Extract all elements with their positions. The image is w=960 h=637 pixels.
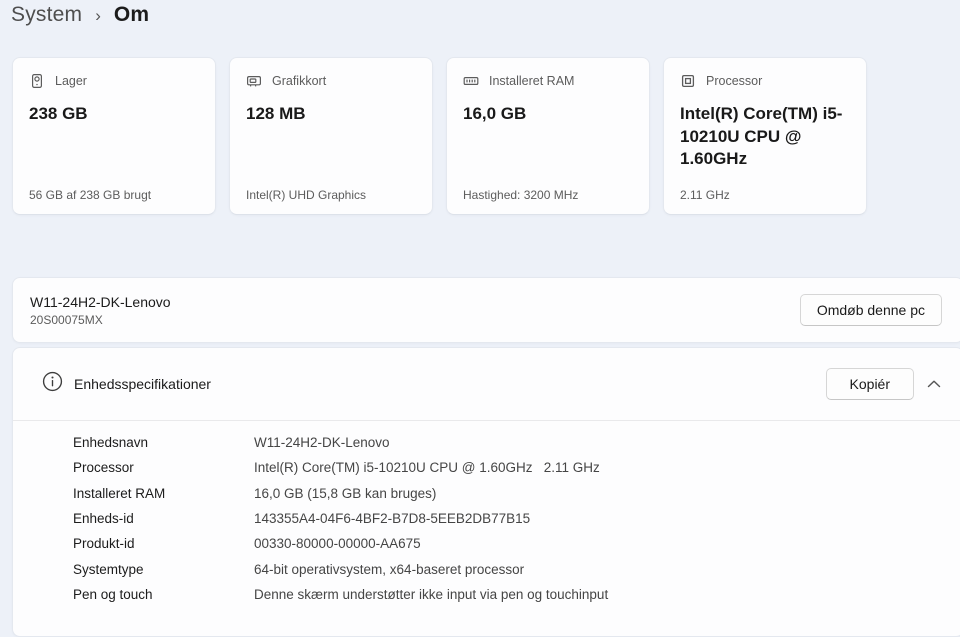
processor-card: Processor Intel(R) Core(TM) i5-10210U CP… (663, 57, 867, 215)
spec-label: Enheds-id (73, 511, 134, 527)
spec-row-system-type: Systemtype 64-bit operativsystem, x64-ba… (73, 556, 960, 581)
copy-button[interactable]: Kopiér (825, 368, 914, 400)
device-specs-title: Enhedsspecifikationer (74, 376, 211, 392)
spec-value: 00330-80000-00000-AA675 (254, 536, 421, 552)
breadcrumb-chevron-icon: › (95, 5, 101, 25)
spec-label: Enhedsnavn (73, 435, 149, 451)
spec-label: Systemtype (73, 561, 144, 577)
spec-value: 143355A4-04F6-4BF2-B7D8-5EEB2DB77B15 (254, 511, 531, 527)
spec-row-product-id: Produkt-id 00330-80000-00000-AA675 (73, 531, 960, 556)
ram-card: Installeret RAM 16,0 GB Hastighed: 3200 … (446, 57, 650, 215)
rename-pc-button[interactable]: Omdøb denne pc (799, 294, 942, 326)
storage-card-footer: 56 GB af 238 GB brugt (29, 188, 152, 202)
graphics-card-footer: Intel(R) UHD Graphics (246, 188, 367, 202)
ram-card-footer: Hastighed: 3200 MHz (463, 188, 579, 202)
gpu-icon (246, 73, 262, 89)
spec-value: W11-24H2-DK-Lenovo (254, 435, 390, 451)
spec-row-device-id: Enheds-id 143355A4-04F6-4BF2-B7D8-5EEB2D… (73, 506, 960, 531)
cpu-icon (680, 73, 696, 89)
spec-value: Denne skærm understøtter ikke input via … (254, 586, 609, 602)
storage-card-title: Lager (55, 74, 87, 88)
spec-value: 64-bit operativsystem, x64-baseret proce… (254, 561, 525, 577)
breadcrumb: System › Om (11, 3, 149, 27)
breadcrumb-system[interactable]: System (11, 3, 82, 27)
spec-row-installed-ram: Installeret RAM 16,0 GB (15,8 GB kan bru… (73, 481, 960, 506)
spec-row-pen-touch: Pen og touch Denne skærm understøtter ik… (73, 582, 960, 607)
device-name-bar: W11-24H2-DK-Lenovo 20S00075MX Omdøb denn… (12, 277, 960, 343)
device-specs-table: Enhedsnavn W11-24H2-DK-Lenovo Processor … (13, 421, 960, 607)
info-icon (42, 371, 63, 397)
page-title: Om (113, 3, 150, 26)
spec-value: Intel(R) Core(TM) i5-10210U CPU @ 1.60GH… (254, 460, 600, 476)
storage-icon (29, 73, 45, 89)
device-name-block: W11-24H2-DK-Lenovo 20S00075MX (30, 293, 171, 328)
device-name: W11-24H2-DK-Lenovo (30, 293, 171, 310)
spec-label: Pen og touch (73, 586, 153, 602)
spec-row-device-name: Enhedsnavn W11-24H2-DK-Lenovo (73, 430, 960, 455)
ram-card-title: Installeret RAM (489, 74, 575, 88)
graphics-card-title: Grafikkort (272, 74, 327, 88)
spec-label: Installeret RAM (73, 485, 166, 501)
spec-row-processor: Processor Intel(R) Core(TM) i5-10210U CP… (73, 455, 960, 480)
spec-label: Processor (73, 460, 134, 476)
processor-card-footer: 2.11 GHz (680, 188, 730, 202)
processor-card-value: Intel(R) Core(TM) i5-10210U CPU @ 1.60GH… (680, 104, 843, 168)
graphics-card-value: 128 MB (246, 104, 306, 123)
graphics-card: Grafikkort 128 MB Intel(R) UHD Graphics (229, 57, 433, 215)
device-specs-expander-header[interactable]: Enhedsspecifikationer Kopiér (13, 348, 960, 420)
spec-label: Produkt-id (73, 536, 135, 552)
chevron-up-icon[interactable] (919, 369, 949, 399)
device-specs-section: Enhedsspecifikationer Kopiér Enhedsnavn … (12, 347, 960, 637)
ram-icon (463, 73, 479, 89)
device-model: 20S00075MX (30, 312, 103, 327)
spec-value: 16,0 GB (15,8 GB kan bruges) (254, 485, 437, 501)
summary-cards: Lager 238 GB 56 GB af 238 GB brugt Grafi… (12, 57, 867, 215)
processor-card-title: Processor (706, 74, 763, 88)
ram-card-value: 16,0 GB (463, 104, 527, 123)
storage-card: Lager 238 GB 56 GB af 238 GB brugt (12, 57, 216, 215)
storage-card-value: 238 GB (29, 104, 88, 123)
